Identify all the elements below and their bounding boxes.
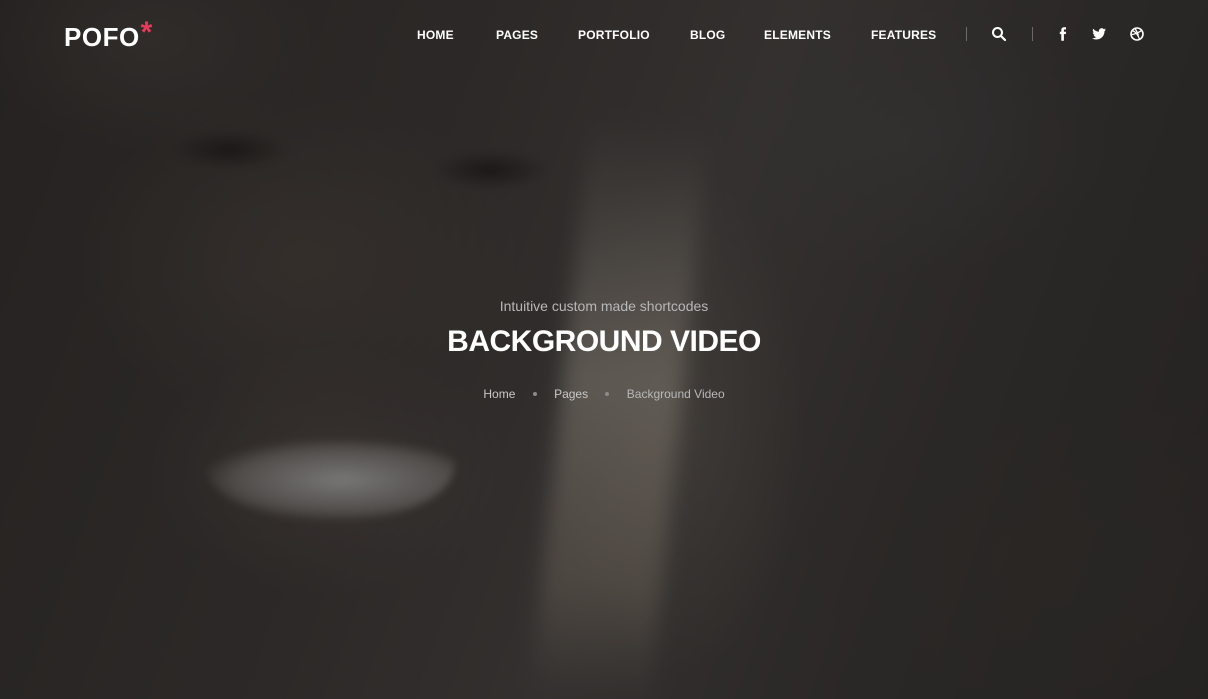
nav-divider	[1032, 27, 1033, 41]
breadcrumb: Home Pages Background Video	[0, 386, 1208, 402]
nav-item-home[interactable]: HOME	[417, 28, 454, 42]
nav-item-pages[interactable]: PAGES	[496, 28, 538, 42]
nav-item-features[interactable]: FEATURES	[871, 28, 936, 42]
nav-item-blog[interactable]: BLOG	[690, 28, 725, 42]
logo-text: POFO	[64, 22, 140, 52]
breadcrumb-pages[interactable]: Pages	[554, 387, 588, 401]
breadcrumb-home[interactable]: Home	[483, 387, 515, 401]
page-subtitle: Intuitive custom made shortcodes	[499, 298, 709, 314]
search-icon[interactable]	[991, 26, 1007, 42]
site-logo[interactable]: POFO*	[64, 18, 153, 53]
nav-divider	[966, 27, 967, 41]
dribbble-icon[interactable]	[1129, 26, 1145, 42]
logo-mark: *	[140, 16, 153, 49]
nav-item-elements[interactable]: ELEMENTS	[764, 28, 831, 42]
breadcrumb-current: Background Video	[626, 387, 725, 401]
page-title: BACKGROUND VIDEO	[447, 325, 761, 358]
breadcrumb-separator	[605, 391, 610, 396]
facebook-icon[interactable]	[1055, 26, 1071, 42]
twitter-icon[interactable]	[1091, 26, 1107, 42]
hero-content: Intuitive custom made shortcodes BACKGRO…	[0, 0, 1208, 699]
site-header: POFO* HOME PAGES PORTFOLIO BLOG ELEMENTS…	[0, 0, 1208, 70]
nav-item-portfolio[interactable]: PORTFOLIO	[578, 28, 650, 42]
breadcrumb-separator	[532, 391, 537, 396]
